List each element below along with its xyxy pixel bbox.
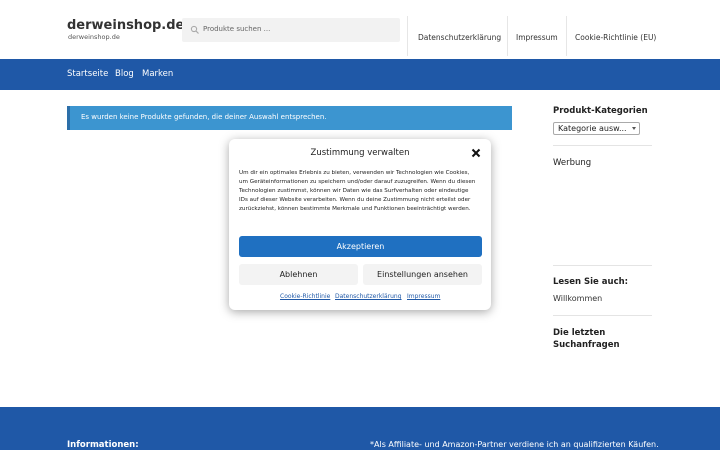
cookie-dialog-title: Zustimmung verwalten xyxy=(310,148,410,158)
ad-widget-title: Werbung xyxy=(553,158,592,168)
site-footer: Informationen: *Als Affiliate- und Amazo… xyxy=(0,407,720,450)
imprint-link[interactable]: Impressum xyxy=(407,293,440,300)
cookie-consent-dialog: Zustimmung verwalten Um dir ein optimale… xyxy=(229,139,491,310)
site-title[interactable]: derweinshop.de xyxy=(67,18,184,33)
nav-item-blog[interactable]: Blog xyxy=(115,69,134,79)
chevron-down-icon xyxy=(632,127,636,130)
footer-affiliate-text: *Als Affiliate- und Amazon-Partner verdi… xyxy=(370,440,659,449)
nav-item-startseite[interactable]: Startseite xyxy=(67,69,108,79)
close-icon[interactable] xyxy=(471,148,481,158)
top-nav-impressum[interactable]: Impressum xyxy=(516,33,558,42)
recent-searches-title-line1: Die letzten xyxy=(553,328,606,338)
categories-widget-title: Produkt-Kategorien xyxy=(553,106,648,116)
read-also-title: Lesen Sie auch: xyxy=(553,277,629,287)
nav-item-marken[interactable]: Marken xyxy=(142,69,173,79)
sidebar-divider xyxy=(553,315,652,316)
recent-searches-title-line2: Suchanfragen xyxy=(553,340,620,350)
top-nav-cookie-richtlinie[interactable]: Cookie-Richtlinie (EU) xyxy=(575,33,656,42)
category-select-value: Kategorie ausw... xyxy=(558,124,627,133)
main-navigation: Startseite Blog Marken xyxy=(0,59,720,90)
no-products-notice: Es wurden keine Produkte gefunden, die d… xyxy=(67,106,512,130)
sidebar-divider xyxy=(553,265,652,266)
deny-button[interactable]: Ablehnen xyxy=(239,264,358,285)
sidebar-divider xyxy=(553,145,652,146)
view-settings-button[interactable]: Einstellungen ansehen xyxy=(363,264,482,285)
accept-button[interactable]: Akzeptieren xyxy=(239,236,482,257)
search-icon xyxy=(190,25,199,34)
nav-divider xyxy=(566,16,567,56)
read-also-link-willkommen[interactable]: Willkommen xyxy=(553,294,602,303)
nav-divider xyxy=(507,16,508,56)
nav-divider xyxy=(407,16,408,56)
notice-text: Es wurden keine Produkte gefunden, die d… xyxy=(81,113,327,121)
search-input[interactable]: Produkte suchen ... xyxy=(182,18,400,42)
cookie-dialog-body: Um dir ein optimales Erlebnis zu bieten,… xyxy=(239,170,476,212)
category-select[interactable]: Kategorie ausw... xyxy=(553,122,640,135)
site-description: derweinshop.de xyxy=(68,33,120,41)
search-placeholder: Produkte suchen ... xyxy=(203,25,271,33)
top-nav-datenschutz[interactable]: Datenschutzerklärung xyxy=(418,33,501,42)
site-header: derweinshop.de derweinshop.de Produkte s… xyxy=(0,0,720,59)
cookie-policy-link[interactable]: Cookie-Richtlinie xyxy=(280,293,330,300)
footer-info-title: Informationen: xyxy=(67,440,139,450)
privacy-policy-link[interactable]: Datenschutzerklärung xyxy=(335,293,402,300)
